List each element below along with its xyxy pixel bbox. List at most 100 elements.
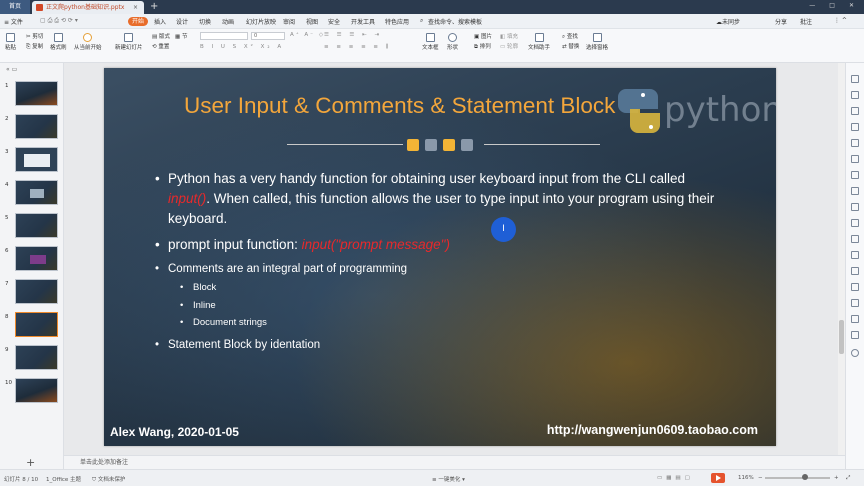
panel-toggle-icon[interactable]: « ▭ bbox=[6, 66, 17, 73]
slide-thumbnail-panel: « ▭ 1 2 3 4 5 6 7 8 9 10 bbox=[0, 63, 64, 469]
side-tool-icon[interactable] bbox=[851, 283, 859, 291]
quick-access-icons[interactable]: ▢ ⎙ ⎙ ⟲ ⟳ ▾ bbox=[40, 17, 78, 25]
side-tool-icon[interactable] bbox=[851, 267, 859, 275]
side-tool-icon[interactable] bbox=[851, 91, 859, 99]
side-tool-icon[interactable] bbox=[851, 139, 859, 147]
font-name-select[interactable] bbox=[200, 32, 248, 40]
paste-button[interactable]: 粘贴 bbox=[5, 33, 16, 51]
command-search[interactable]: 查找命令、搜索模板 bbox=[428, 17, 482, 26]
deco-square bbox=[425, 139, 437, 151]
more-menu-icon[interactable]: ⋮ ^ bbox=[834, 17, 847, 24]
tab-document[interactable]: 正文爬python基础知识.pptx × bbox=[32, 1, 144, 14]
slide-thumbnail[interactable] bbox=[15, 279, 58, 304]
zoom-out-icon[interactable]: − bbox=[758, 475, 763, 481]
font-size-select[interactable]: 0 bbox=[251, 32, 285, 40]
view-mode-buttons[interactable]: ▭▦▤▢ bbox=[657, 475, 694, 481]
slide-thumbnail-selected[interactable] bbox=[15, 312, 58, 337]
select-pane-button[interactable]: 选择窗格 bbox=[586, 33, 608, 51]
close-window-icon[interactable]: ✕ bbox=[849, 2, 854, 9]
replace-button[interactable]: ⇄ 替换 bbox=[562, 42, 579, 50]
section-button[interactable]: ▦ 节 bbox=[175, 32, 187, 40]
fit-window-icon[interactable]: ⤢ bbox=[846, 475, 850, 482]
side-tool-icon[interactable] bbox=[851, 75, 859, 83]
menu-dev-tools[interactable]: 开发工具 bbox=[351, 17, 375, 26]
beautify-button[interactable]: ≡ 一键美化 ▾ bbox=[432, 475, 465, 483]
copy-button[interactable]: ⎘ 复制 bbox=[26, 42, 43, 51]
footer-author-date: Alex Wang, 2020-01-05 bbox=[110, 425, 239, 439]
menu-transition[interactable]: 切换 bbox=[199, 17, 211, 26]
annotate-button[interactable]: 批注 bbox=[800, 17, 812, 26]
menu-slideshow[interactable]: 幻灯片放映 bbox=[246, 17, 276, 26]
picture-button[interactable]: ▣ 图片 bbox=[474, 32, 492, 40]
menu-features[interactable]: 特色应用 bbox=[385, 17, 409, 26]
side-tool-icon[interactable] bbox=[851, 251, 859, 259]
reset-button[interactable]: ⟲ 重置 bbox=[152, 42, 169, 50]
slide-thumbnail[interactable] bbox=[15, 213, 58, 238]
slide[interactable]: python User Input & Comments & Statement… bbox=[104, 68, 776, 446]
side-tool-icon[interactable] bbox=[851, 331, 859, 339]
format-painter-button[interactable]: 格式刷 bbox=[50, 33, 67, 51]
arrange-button[interactable]: ⧉ 排列 bbox=[474, 42, 491, 51]
scrollbar-thumb[interactable] bbox=[839, 320, 844, 354]
slide-thumbnail[interactable] bbox=[15, 378, 58, 403]
new-slide-button[interactable]: 新建幻灯片 bbox=[115, 33, 143, 51]
menu-review[interactable]: 审阅 bbox=[283, 17, 295, 26]
doc-helper-button[interactable]: 文档助手 bbox=[528, 33, 550, 51]
side-tool-icon[interactable] bbox=[851, 219, 859, 227]
side-tool-icon[interactable] bbox=[851, 187, 859, 195]
side-tool-icon[interactable] bbox=[851, 315, 859, 323]
zoom-slider-knob[interactable] bbox=[802, 474, 808, 480]
zoom-level[interactable]: 116% bbox=[738, 475, 754, 481]
play-from-current-button[interactable]: 从当前开始 bbox=[74, 33, 102, 51]
notes-pane[interactable]: 单击此处添加备注 bbox=[64, 455, 845, 469]
maximize-icon[interactable]: □ bbox=[829, 2, 835, 9]
shape-button[interactable]: 形状 bbox=[447, 33, 458, 51]
side-tool-icon[interactable] bbox=[851, 171, 859, 179]
layout-button[interactable]: ▤ 版式 bbox=[152, 32, 170, 40]
bullet-prompt: • prompt input function: input("prompt me… bbox=[155, 237, 450, 252]
outline-button[interactable]: ▭ 轮廓 bbox=[500, 42, 518, 50]
menu-design[interactable]: 设计 bbox=[176, 17, 188, 26]
menu-file[interactable]: ≡ 文件 bbox=[4, 17, 23, 26]
textbox-button[interactable]: 文本框 bbox=[422, 33, 439, 51]
side-tool-icon[interactable] bbox=[851, 235, 859, 243]
zoom-in-icon[interactable]: + bbox=[834, 475, 839, 481]
add-slide-icon[interactable]: + bbox=[26, 456, 35, 469]
share-button[interactable]: 分享 bbox=[775, 17, 787, 26]
menu-view[interactable]: 视图 bbox=[306, 17, 318, 26]
menu-start[interactable]: 开始 bbox=[128, 17, 149, 26]
slide-thumbnail[interactable] bbox=[15, 345, 58, 370]
font-size-adjust-buttons[interactable]: A⁺ A⁻ ◇ bbox=[290, 32, 325, 38]
menu-security[interactable]: 安全 bbox=[328, 17, 340, 26]
side-tool-icon[interactable] bbox=[851, 107, 859, 115]
slide-thumbnail[interactable] bbox=[15, 246, 58, 271]
side-tool-icon[interactable] bbox=[851, 123, 859, 131]
fill-button[interactable]: ◧ 填充 bbox=[500, 32, 518, 40]
font-format-buttons[interactable]: B I U S X² X₂ A bbox=[200, 44, 284, 50]
menu-insert[interactable]: 插入 bbox=[154, 17, 166, 26]
side-tool-icon[interactable] bbox=[851, 155, 859, 163]
tab-close-icon[interactable]: × bbox=[133, 1, 138, 14]
tab-home[interactable]: 首页 bbox=[0, 0, 30, 14]
slide-counter: 幻灯片 8 / 10 bbox=[4, 477, 39, 483]
sync-status[interactable]: ☁未同步 bbox=[716, 17, 740, 26]
slide-thumbnail[interactable] bbox=[15, 81, 58, 106]
side-tool-icon[interactable] bbox=[851, 299, 859, 307]
slide-thumbnail[interactable] bbox=[15, 147, 58, 172]
menu-animation[interactable]: 动画 bbox=[222, 17, 234, 26]
find-button[interactable]: ⌕ 查找 bbox=[562, 32, 578, 41]
paragraph-align-buttons[interactable]: ≡ ≡ ≡ ≡ ≡ ⫼ bbox=[324, 44, 391, 51]
slide-thumbnail[interactable] bbox=[15, 114, 58, 139]
thumb-number: 1 bbox=[5, 83, 9, 89]
thumb-number: 3 bbox=[5, 149, 9, 155]
cut-button[interactable]: ✂ 剪切 bbox=[26, 32, 43, 40]
vertical-scrollbar[interactable] bbox=[838, 63, 845, 455]
new-tab-icon[interactable]: + bbox=[150, 0, 158, 14]
protect-status[interactable]: ⛉ 文档未保护 bbox=[92, 475, 125, 484]
minimize-icon[interactable]: — bbox=[809, 2, 815, 9]
zoom-slider[interactable] bbox=[765, 477, 830, 479]
paragraph-list-buttons[interactable]: ☰ ☰ ☰ ⇤ ⇥ bbox=[324, 32, 382, 38]
side-tool-icon[interactable] bbox=[851, 203, 859, 211]
side-tool-icon[interactable] bbox=[851, 349, 859, 357]
slide-thumbnail[interactable] bbox=[15, 180, 58, 205]
